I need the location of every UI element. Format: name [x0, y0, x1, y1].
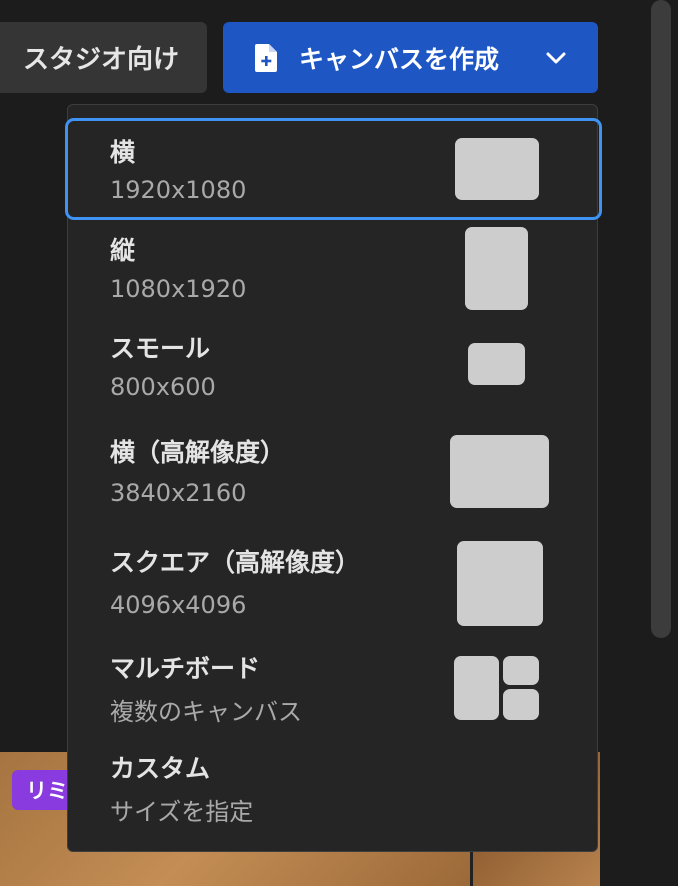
studio-button[interactable]: スタジオ向け	[0, 22, 207, 93]
menu-item-small[interactable]: スモール 800x600	[68, 319, 599, 415]
canvas-size-menu: 横 1920x1080 縦 1080x1920 スモール 800x600 横（高…	[65, 104, 602, 852]
menu-item-size: 1920x1080	[110, 176, 247, 204]
menu-item-size: 4096x4096	[110, 591, 247, 619]
square-hd-preview-icon	[457, 541, 543, 626]
menu-item-size: 3840x2160	[110, 479, 247, 507]
menu-item-custom[interactable]: カスタム サイズを指定	[68, 745, 599, 835]
menu-item-title: 横（高解像度）	[110, 438, 286, 467]
portrait-preview-icon	[465, 227, 528, 310]
menu-item-landscape-hd[interactable]: 横（高解像度） 3840x2160	[68, 423, 599, 523]
menu-item-size: 1080x1920	[110, 275, 247, 303]
landscape-hd-preview-icon	[450, 435, 549, 508]
menu-item-title: スモール	[110, 334, 211, 363]
menu-item-title: 横	[110, 138, 136, 167]
menu-item-title: 縦	[110, 236, 136, 265]
new-document-icon	[255, 43, 277, 72]
create-canvas-button[interactable]: キャンバスを作成	[223, 22, 598, 93]
menu-item-size: 複数のキャンバス	[110, 698, 302, 726]
menu-item-portrait[interactable]: 縦 1080x1920	[68, 219, 599, 317]
multiboard-preview-icon	[503, 656, 539, 685]
menu-item-landscape[interactable]: 横 1920x1080	[65, 118, 602, 220]
menu-item-square-hd[interactable]: スクエア（高解像度） 4096x4096	[68, 533, 599, 633]
scrollbar[interactable]	[651, 0, 671, 638]
menu-item-size: サイズを指定	[110, 798, 254, 826]
multiboard-preview-icon	[503, 689, 539, 720]
small-preview-icon	[468, 343, 525, 385]
landscape-preview-icon	[455, 138, 539, 200]
create-canvas-label: キャンバスを作成	[299, 44, 500, 74]
menu-item-title: カスタム	[110, 754, 211, 783]
chevron-down-icon	[546, 52, 566, 64]
multiboard-preview-icon	[454, 656, 499, 720]
menu-item-size: 800x600	[110, 373, 216, 401]
menu-item-multiboard[interactable]: マルチボード 複数のキャンバス	[68, 645, 599, 735]
menu-item-title: マルチボード	[110, 654, 261, 683]
menu-item-title: スクエア（高解像度）	[110, 548, 361, 577]
